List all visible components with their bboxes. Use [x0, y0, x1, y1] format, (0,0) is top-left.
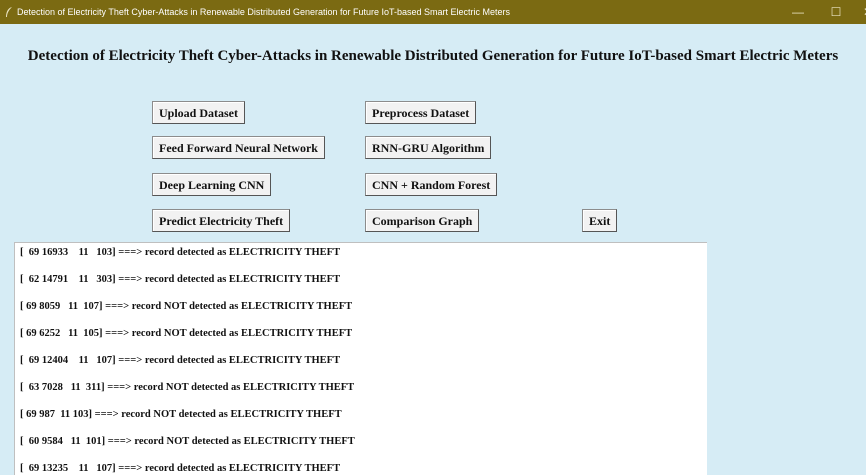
predict-theft-button[interactable]: Predict Electricity Theft [152, 209, 291, 232]
exit-button[interactable]: Exit [582, 209, 618, 232]
output-line: [ 69 987 11 103] ===> record NOT detecte… [20, 409, 342, 420]
output-line: [ 63 7028 11 311] ===> record NOT detect… [20, 382, 355, 393]
title-bar: Detection of Electricity Theft Cyber-Att… [0, 0, 866, 24]
maximize-button[interactable]: ☐ [818, 0, 854, 24]
output-line: [ 69 13235 11 107] ===> record detected … [20, 463, 341, 474]
output-line: [ 60 9584 11 101] ===> record NOT detect… [20, 436, 355, 447]
cnn-random-forest-button[interactable]: CNN + Random Forest [365, 173, 498, 196]
preprocess-dataset-button[interactable]: Preprocess Dataset [365, 101, 477, 124]
output-line: [ 69 16933 11 103] ===> record detected … [20, 247, 341, 258]
close-button[interactable]: ✕ [850, 0, 866, 24]
output-line: [ 62 14791 11 303] ===> record detected … [20, 274, 341, 285]
output-text-area[interactable]: [ 69 16933 11 103] ===> record detected … [14, 242, 707, 475]
window-title: Detection of Electricity Theft Cyber-Att… [17, 7, 511, 17]
upload-dataset-button[interactable]: Upload Dataset [152, 101, 246, 124]
feed-forward-nn-button[interactable]: Feed Forward Neural Network [152, 136, 325, 159]
minimize-button[interactable]: — [780, 0, 816, 24]
output-line: [ 69 6252 11 105] ===> record NOT detect… [20, 328, 353, 339]
page-title: Detection of Electricity Theft Cyber-Att… [27, 48, 839, 64]
output-line: [ 69 12404 11 107] ===> record detected … [20, 355, 341, 366]
feather-icon [6, 7, 12, 17]
rnn-gru-button[interactable]: RNN-GRU Algorithm [365, 136, 492, 159]
comparison-graph-button[interactable]: Comparison Graph [365, 209, 480, 232]
output-line: [ 69 8059 11 107] ===> record NOT detect… [20, 301, 353, 312]
deep-learning-cnn-button[interactable]: Deep Learning CNN [152, 173, 272, 196]
